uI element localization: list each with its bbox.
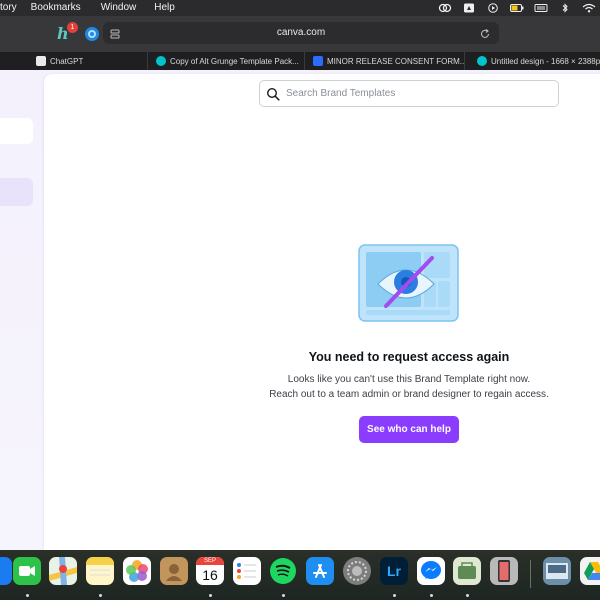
extension-badge: 1 xyxy=(67,22,78,33)
address-bar[interactable]: canva.com xyxy=(103,22,499,44)
keyboard-icon[interactable] xyxy=(534,3,548,13)
running-indicator xyxy=(209,594,212,597)
google-drive-icon[interactable] xyxy=(580,557,600,585)
drive-icon[interactable] xyxy=(462,3,476,13)
tab-chatgpt[interactable]: ChatGPT xyxy=(0,52,148,70)
facetime-icon[interactable] xyxy=(13,557,41,585)
contacts-icon[interactable] xyxy=(160,557,188,585)
access-message-line: Looks like you can't use this Brand Temp… xyxy=(287,374,531,385)
docs-favicon-icon xyxy=(313,56,323,66)
menu-bar: tory Bookmarks Window Help xyxy=(0,0,600,16)
main-content: Search Brand Templates You need to reque… xyxy=(44,74,600,550)
calendar-day: 16 xyxy=(202,567,218,583)
search-icon xyxy=(266,87,280,101)
see-who-can-help-button[interactable]: See who can help xyxy=(359,416,459,443)
dock-separator xyxy=(530,560,531,588)
creative-cloud-icon[interactable] xyxy=(438,3,452,13)
tab-alt-grunge[interactable]: Copy of Alt Grunge Template Pack... xyxy=(148,52,305,70)
running-indicator xyxy=(26,594,29,597)
access-message-line: Reach out to a team admin or brand desig… xyxy=(269,389,549,400)
system-settings-icon[interactable] xyxy=(343,557,371,585)
no-access-eye-illustration xyxy=(358,244,459,322)
preview-icon[interactable] xyxy=(453,557,481,585)
lightroom-icon[interactable]: Lr xyxy=(380,557,408,585)
recent-folder-icon[interactable] xyxy=(543,557,571,585)
access-title: You need to request access again xyxy=(308,350,510,364)
maps-icon[interactable] xyxy=(49,557,77,585)
left-panel-item[interactable] xyxy=(0,118,33,144)
menu-history[interactable]: tory xyxy=(0,0,24,16)
running-indicator xyxy=(282,594,285,597)
calendar-month: SEP xyxy=(196,557,224,565)
access-message: Looks like you can't use this Brand Temp… xyxy=(174,372,600,402)
search-placeholder: Search Brand Templates xyxy=(286,88,396,99)
notes-icon[interactable] xyxy=(86,557,114,585)
canva-page: Search Brand Templates You need to reque… xyxy=(0,70,600,550)
finder-icon[interactable] xyxy=(0,557,12,585)
tab-consent-form[interactable]: MINOR RELEASE CONSENT FORM... xyxy=(305,52,465,70)
running-indicator xyxy=(430,594,433,597)
running-indicator xyxy=(466,594,469,597)
menu-bookmarks[interactable]: Bookmarks xyxy=(24,0,88,16)
iphone-mirroring-icon[interactable] xyxy=(490,557,518,585)
canva-favicon-icon xyxy=(156,56,166,66)
tab-strip: ChatGPT Copy of Alt Grunge Template Pack… xyxy=(0,52,600,70)
play-icon[interactable] xyxy=(486,3,500,13)
reload-icon[interactable] xyxy=(479,27,491,39)
dock: SEP 16 Lr xyxy=(0,550,600,600)
tab-title: Untitled design - 1668 × 2388p... xyxy=(491,56,600,66)
menu-help[interactable]: Help xyxy=(147,0,182,16)
wifi-icon[interactable] xyxy=(582,3,596,13)
chatgpt-favicon-icon xyxy=(36,56,46,66)
search-input[interactable]: Search Brand Templates xyxy=(259,80,559,107)
tab-title: Copy of Alt Grunge Template Pack... xyxy=(170,56,299,66)
tab-title: ChatGPT xyxy=(50,56,84,66)
url-text: canva.com xyxy=(276,27,326,38)
menu-window[interactable]: Window xyxy=(94,0,144,16)
tab-title: MINOR RELEASE CONSENT FORM... xyxy=(327,56,464,66)
tab-untitled-design[interactable]: Untitled design - 1668 × 2388p... xyxy=(465,52,600,70)
running-indicator xyxy=(99,594,102,597)
app-store-icon[interactable] xyxy=(306,557,334,585)
battery-icon[interactable] xyxy=(510,3,524,13)
bluetooth-icon[interactable] xyxy=(558,3,572,13)
browser-toolbar: h 1 canva.com xyxy=(0,16,600,52)
running-indicator xyxy=(393,594,396,597)
status-area xyxy=(438,0,600,16)
extension-circle-icon[interactable] xyxy=(83,25,101,43)
reminders-icon[interactable] xyxy=(233,557,261,585)
photos-icon[interactable] xyxy=(123,557,151,585)
messenger-icon[interactable] xyxy=(417,557,445,585)
left-panel-item-selected[interactable] xyxy=(0,178,33,206)
spotify-icon[interactable] xyxy=(269,557,297,585)
left-panel xyxy=(0,70,44,550)
calendar-icon[interactable]: SEP 16 xyxy=(196,557,224,585)
canva-favicon-icon xyxy=(477,56,487,66)
